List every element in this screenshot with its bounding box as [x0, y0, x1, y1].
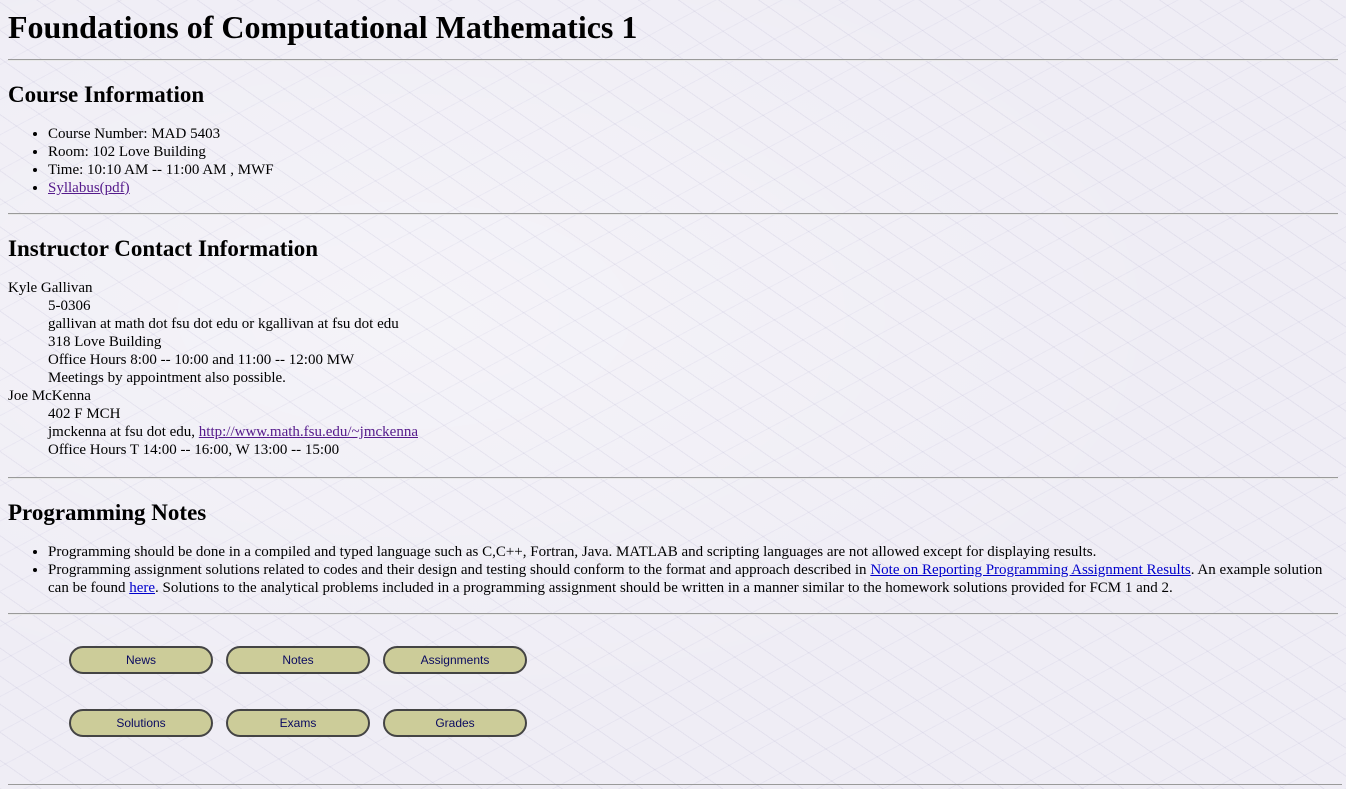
syllabus-link[interactable]: Syllabus(pdf) [48, 180, 130, 196]
syllabus-item: Syllabus(pdf) [48, 179, 1338, 197]
divider [8, 477, 1338, 479]
programming-notes-heading: Programming Notes [8, 500, 207, 525]
programming-notes-list: Programming should be done in a compiled… [8, 543, 1338, 597]
gallivan-email: gallivan at math dot fsu dot edu or kgal… [48, 316, 399, 332]
instructor-list: Kyle Gallivan 5-0306 gallivan at math do… [8, 279, 1338, 459]
programming-language-note: Programming should be done in a compiled… [48, 543, 1338, 561]
assignment-format-note: Programming assignment solutions related… [48, 561, 1338, 597]
example-solution-link[interactable]: here [129, 580, 155, 596]
course-number-item: Course Number: MAD 5403 [48, 125, 1338, 143]
instructor-name-gallivan: Kyle Gallivan [8, 280, 93, 296]
mckenna-office: 402 F MCH [48, 406, 121, 422]
solutions-button[interactable]: Solutions [69, 709, 213, 737]
news-button[interactable]: News [69, 646, 213, 674]
mckenna-homepage-link[interactable]: http://www.math.fsu.edu/~jmckenna [199, 424, 418, 440]
gallivan-phone: 5-0306 [48, 298, 91, 314]
nav-button-grid: News Notes Assignments Solutions Exams G… [69, 646, 527, 737]
instructor-name-mckenna: Joe McKenna [8, 388, 91, 404]
notes-button[interactable]: Notes [226, 646, 370, 674]
mckenna-contact: jmckenna at fsu dot edu, http://www.math… [48, 423, 1338, 441]
gallivan-office-hours: Office Hours 8:00 -- 10:00 and 11:00 -- … [48, 352, 355, 368]
time-item: Time: 10:10 AM -- 11:00 AM , MWF [48, 161, 1338, 179]
divider [8, 213, 1338, 215]
exams-button[interactable]: Exams [226, 709, 370, 737]
note-text: . Solutions to the analytical problems i… [155, 580, 1173, 596]
bottom-divider [8, 784, 1342, 785]
page-title: Foundations of Computational Mathematics… [8, 9, 638, 45]
course-info-heading: Course Information [8, 82, 205, 107]
divider [8, 613, 1338, 615]
reporting-results-link[interactable]: Note on Reporting Programming Assignment… [870, 562, 1190, 578]
divider [8, 59, 1338, 61]
grades-button[interactable]: Grades [383, 709, 527, 737]
mckenna-office-hours: Office Hours T 14:00 -- 16:00, W 13:00 -… [48, 442, 340, 458]
assignments-button[interactable]: Assignments [383, 646, 527, 674]
gallivan-office: 318 Love Building [48, 334, 162, 350]
note-text: Programming assignment solutions related… [48, 562, 871, 578]
course-info-list: Course Number: MAD 5403 Room: 102 Love B… [8, 125, 1338, 197]
page-content: Foundations of Computational Mathematics… [0, 0, 1346, 643]
mckenna-email: jmckenna at fsu dot edu, [48, 424, 199, 440]
instructor-info-heading: Instructor Contact Information [8, 236, 319, 261]
gallivan-appointments: Meetings by appointment also possible. [48, 370, 286, 386]
room-item: Room: 102 Love Building [48, 143, 1338, 161]
